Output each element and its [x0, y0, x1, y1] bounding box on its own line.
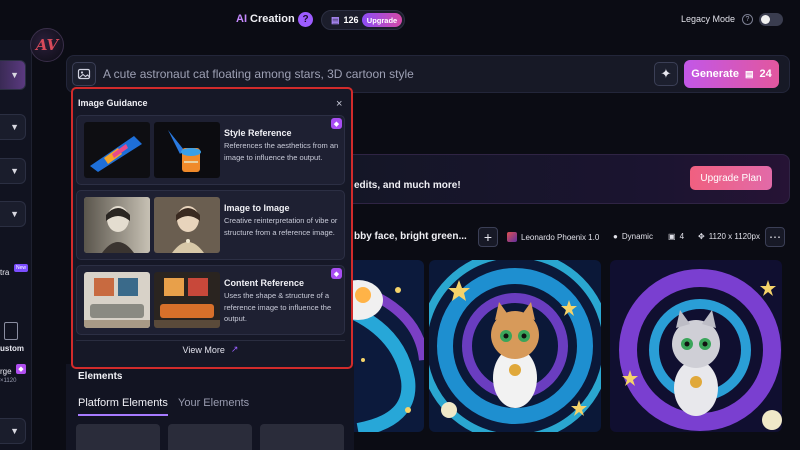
prompt-input[interactable]: A cute astronaut cat floating among star…: [103, 67, 414, 81]
token-icon: ▤: [744, 68, 754, 79]
chevron-down-icon: ▼: [10, 426, 19, 436]
image-guidance-button[interactable]: [72, 62, 96, 86]
tab-your-elements[interactable]: Your Elements: [178, 397, 249, 409]
style-label: ● Dynamic: [613, 232, 653, 241]
legacy-mode-toggle[interactable]: [759, 13, 783, 26]
card-description: References the aesthetics from an image …: [224, 141, 339, 162]
left-sidebar: [0, 40, 32, 450]
guidance-title: Image Guidance: [78, 98, 148, 108]
upgrade-plan-button[interactable]: Upgrade Plan: [690, 166, 772, 190]
element-thumbnail[interactable]: [260, 424, 344, 450]
page-title: AI Creation: [236, 13, 295, 25]
premium-gem-icon: ◆: [331, 118, 342, 129]
sidebar-dropdown-bottom[interactable]: ▼: [0, 418, 26, 444]
chevron-down-icon: ▼: [10, 122, 19, 132]
chevron-down-icon: ▼: [10, 70, 19, 80]
new-badge: New: [14, 264, 29, 272]
sparkle-icon: ✦: [660, 66, 672, 81]
tab-platform-elements[interactable]: Platform Elements: [78, 397, 168, 416]
images-icon: ▣: [668, 232, 676, 241]
help-icon[interactable]: ?: [298, 12, 313, 27]
sidebar-dropdown-preset[interactable]: ▼: [0, 60, 26, 90]
card-title: Style Reference: [224, 128, 292, 138]
style-reference-thumb-2: [154, 122, 220, 178]
card-description: Uses the shape & structure of a referenc…: [224, 291, 332, 323]
card-title: Image to Image: [224, 203, 290, 213]
sidebar-dropdown-style[interactable]: ▼: [0, 158, 26, 184]
elements-title: Elements: [78, 371, 123, 382]
sidebar-large-size: ×1120: [0, 378, 17, 384]
chevron-down-icon: ▼: [10, 209, 19, 219]
sidebar-custom-label[interactable]: ustom: [0, 344, 24, 353]
model-thumbnail: [507, 232, 517, 242]
model-label: Leonardo Phoenix 1.0: [507, 232, 599, 242]
custom-size-icon[interactable]: [4, 322, 18, 340]
external-link-icon: ↗: [230, 344, 239, 354]
more-options-button[interactable]: ⋯: [765, 227, 785, 247]
generated-image-3[interactable]: [610, 260, 782, 432]
token-balance[interactable]: ▤ 126 Upgrade: [321, 10, 405, 30]
legacy-help-icon[interactable]: ?: [742, 14, 753, 25]
card-title: Content Reference: [224, 278, 305, 288]
sidebar-large-label[interactable]: rge: [0, 367, 12, 376]
content-reference-thumb-2: [154, 272, 220, 328]
token-count: 126: [343, 15, 359, 25]
generated-image-2[interactable]: [429, 260, 601, 432]
premium-gem-icon: ◆: [331, 268, 342, 279]
image-count-label: ▣ 4: [668, 232, 685, 241]
app-logo[interactable]: AV: [30, 28, 64, 62]
view-more-button[interactable]: View More ↗: [76, 340, 345, 358]
close-icon[interactable]: ×: [336, 99, 342, 110]
style-reference-thumb-1: [84, 122, 150, 178]
generation-prompt-excerpt[interactable]: bby face, bright green...: [354, 231, 467, 242]
generate-button[interactable]: Generate ▤ 24: [684, 60, 779, 88]
drop-icon: ●: [613, 232, 618, 241]
premium-gem-icon: ◆: [16, 364, 26, 374]
banner-text: edits, and much more!: [354, 180, 461, 191]
legacy-mode-label: Legacy Mode: [681, 14, 736, 24]
element-thumbnail[interactable]: [76, 424, 160, 450]
content-reference-thumb-1: [84, 272, 150, 328]
image-icon: [77, 68, 91, 80]
resize-icon: ✥: [698, 232, 705, 241]
chevron-down-icon: ▼: [10, 166, 19, 176]
add-button[interactable]: +: [478, 227, 498, 247]
image-to-image-thumb-1: [84, 197, 150, 253]
dimensions-label: ✥ 1120 x 1120px: [698, 232, 761, 241]
element-thumbnail[interactable]: [168, 424, 252, 450]
sidebar-dropdown-contrast[interactable]: ▼: [0, 201, 26, 227]
token-icon: ▤: [331, 14, 340, 25]
upgrade-button[interactable]: Upgrade: [362, 13, 402, 27]
sidebar-ultra-label[interactable]: tra: [0, 268, 9, 277]
image-to-image-thumb-2: [154, 197, 220, 253]
card-description: Creative reinterpretation of vibe or str…: [224, 216, 338, 237]
sidebar-dropdown-model[interactable]: ▼: [0, 114, 26, 140]
prompt-enhance-button[interactable]: ✦: [654, 62, 678, 86]
